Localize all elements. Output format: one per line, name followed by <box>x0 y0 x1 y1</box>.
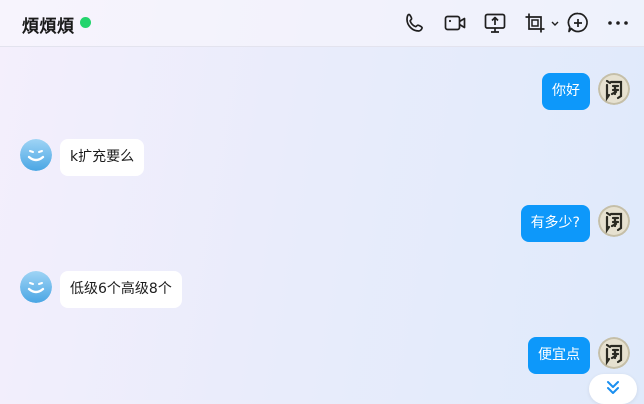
message-bubble-outgoing[interactable]: 你好 <box>542 73 590 110</box>
add-icon[interactable] <box>565 10 591 36</box>
online-status-dot <box>80 17 91 28</box>
more-icon[interactable] <box>605 10 631 36</box>
chevron-down-icon[interactable] <box>549 10 561 36</box>
my-avatar[interactable] <box>598 73 630 105</box>
my-avatar[interactable] <box>598 337 630 369</box>
contact-avatar[interactable] <box>20 271 52 303</box>
message-bubble-outgoing[interactable]: 有多少? <box>520 205 590 242</box>
message-bubble-outgoing[interactable]: 便宜点 <box>528 337 590 374</box>
chat-header: 煩煩煩 <box>0 0 644 47</box>
phone-icon[interactable] <box>402 10 428 36</box>
video-call-icon[interactable] <box>442 10 468 36</box>
contact-avatar[interactable] <box>20 139 52 171</box>
message-bubble-incoming[interactable]: k扩充要么 <box>60 139 145 176</box>
screen-share-icon[interactable] <box>482 10 508 36</box>
screenshot-icon[interactable] <box>522 10 548 36</box>
contact-name[interactable]: 煩煩煩 <box>22 12 75 37</box>
message-bubble-incoming[interactable]: 低级6个高级8个 <box>60 271 182 308</box>
my-avatar[interactable] <box>598 205 630 237</box>
double-chevron-down-icon <box>607 381 619 394</box>
